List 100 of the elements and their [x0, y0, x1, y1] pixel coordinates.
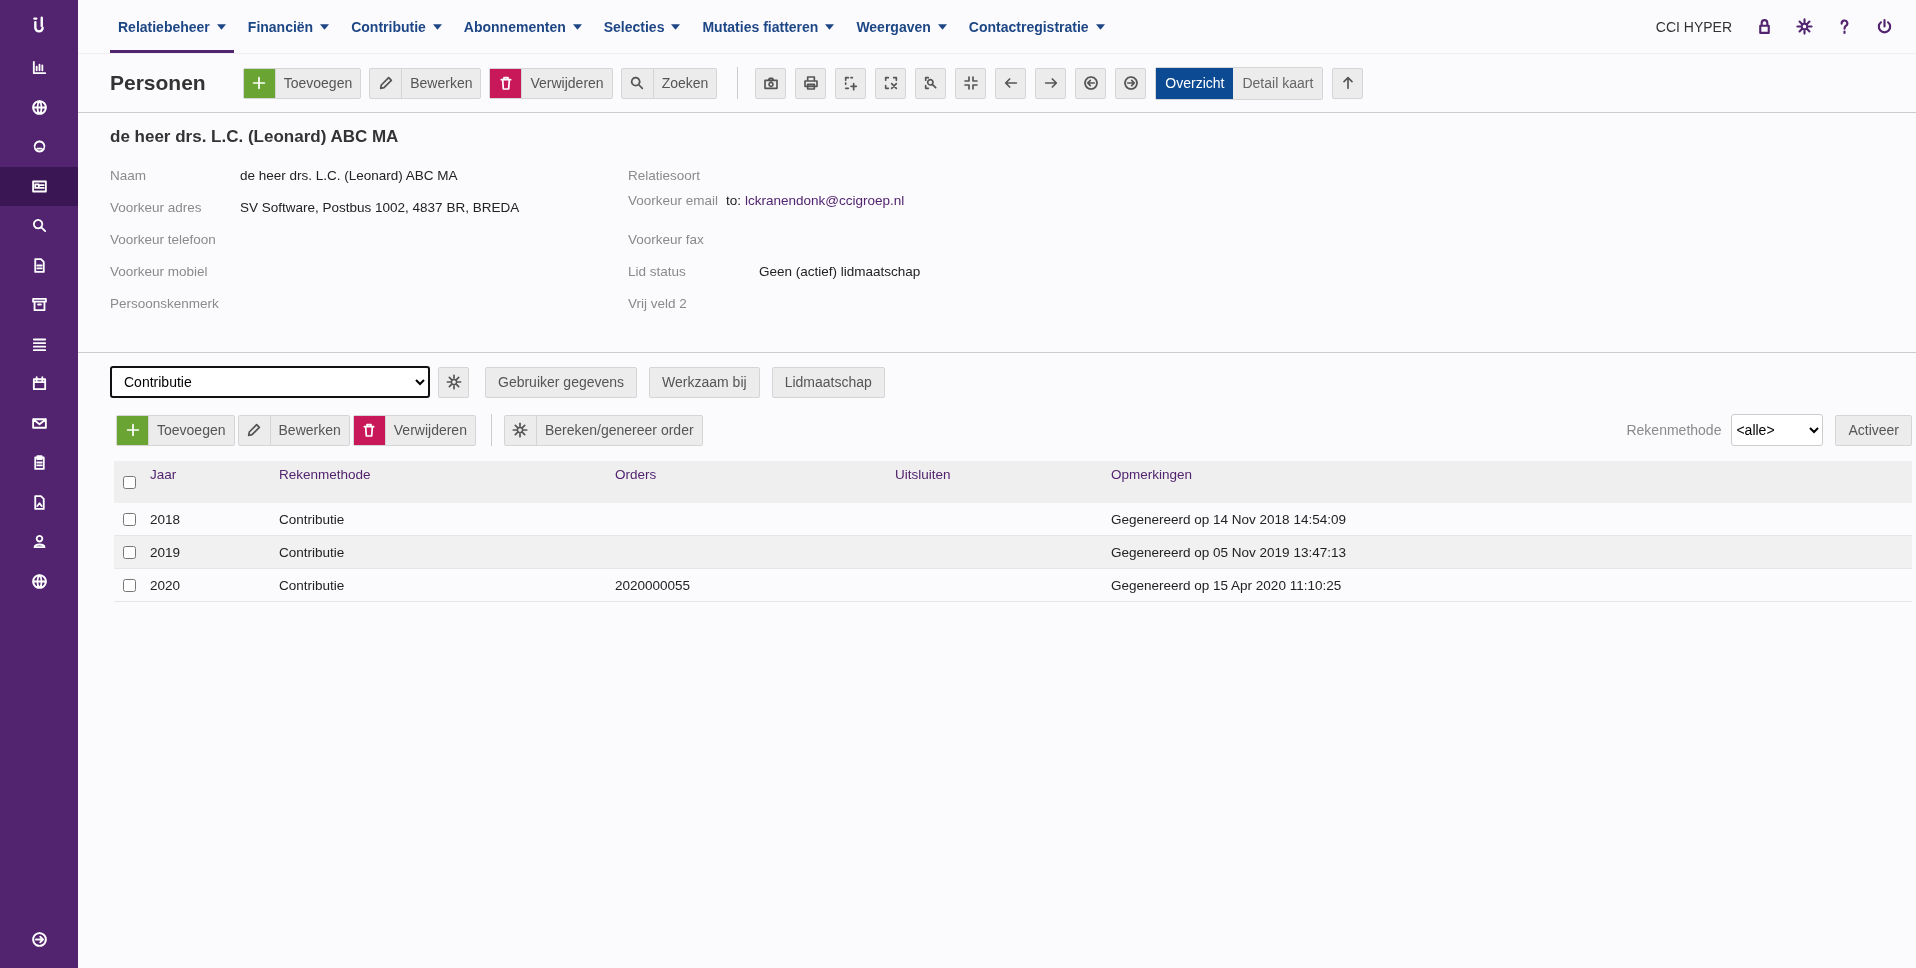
field-label: Voorkeur adres: [110, 199, 203, 215]
circle-arrow-right-icon: [30, 930, 48, 948]
nav-menu[interactable]: Mutaties fiatteren: [694, 0, 843, 53]
nav-menu[interactable]: Financiën: [239, 0, 338, 53]
caret-icon: [572, 23, 582, 30]
calculate-button[interactable]: Bereken/genereer order: [503, 414, 703, 446]
caret-icon: [825, 23, 835, 30]
tab-button[interactable]: Gebruiker gegevens: [485, 366, 638, 398]
section-select[interactable]: Contributie: [110, 366, 430, 398]
camera-icon: [762, 75, 779, 91]
compress-icon: [962, 75, 979, 91]
tab-button[interactable]: Lidmaatschap: [771, 366, 885, 398]
field-label: Voorkeur fax: [628, 231, 705, 247]
search-icon: [30, 217, 48, 235]
table-cell: Gegenereerd op 05 Nov 2019 13:47:13: [1111, 544, 1346, 560]
arrow-up-button[interactable]: [1332, 67, 1364, 99]
field-label: Lid status: [628, 263, 687, 279]
table-cell: 2018: [150, 511, 181, 527]
field-label: Voorkeur mobiel: [110, 263, 209, 279]
caret-icon: [320, 23, 330, 30]
arrow-right-button[interactable]: [1035, 67, 1067, 99]
table-cell: Contributie: [279, 511, 345, 527]
row-checkbox[interactable]: [122, 578, 136, 592]
field-label: Vrij veld 2: [628, 295, 688, 311]
edit-button[interactable]: Bewerken: [237, 414, 350, 446]
field-value: de heer drs. L.C. (Leonard) ABC MA: [240, 167, 458, 183]
remove-selection-button[interactable]: [875, 67, 907, 99]
page-title: Personen: [110, 71, 206, 95]
power-icon: [1875, 18, 1893, 35]
arrow-left-button[interactable]: [995, 67, 1027, 99]
row-checkbox[interactable]: [122, 545, 136, 559]
field-label: Persoonskenmerk: [110, 295, 220, 311]
add-selection-button[interactable]: [835, 67, 867, 99]
nav-menu[interactable]: Contactregistratie: [960, 0, 1113, 53]
zoom-button[interactable]: [915, 67, 947, 99]
nav-menu[interactable]: Relatiebeheer: [110, 0, 234, 53]
nav-menu[interactable]: Abonnementen: [455, 0, 590, 53]
archive-icon: [30, 296, 48, 314]
field-label: Voorkeur email: [628, 193, 719, 208]
activate-button[interactable]: Activeer: [1835, 414, 1912, 446]
field-label: Naam: [110, 167, 147, 183]
caret-icon: [671, 23, 681, 30]
delete-button[interactable]: Verwijderen: [489, 67, 613, 99]
globe-icon: [30, 572, 48, 590]
printer-icon: [802, 75, 819, 91]
calendar-icon: [30, 375, 48, 393]
add-button[interactable]: Toevoegen: [242, 67, 362, 99]
field-label: Relatiesoort: [628, 167, 702, 183]
plus-icon: [251, 75, 268, 91]
settings-icon: [1795, 18, 1813, 35]
search-icon: [629, 75, 646, 91]
delete-button[interactable]: Verwijderen: [352, 414, 476, 446]
email-link[interactable]: lckranendonk@ccigroep.nl: [745, 193, 905, 208]
camera-button[interactable]: [755, 67, 787, 99]
edit-button[interactable]: Bewerken: [369, 67, 482, 99]
compress-button[interactable]: [955, 67, 987, 99]
pencil-icon: [246, 422, 262, 438]
view-tab[interactable]: Detail kaart: [1233, 67, 1323, 99]
select-all-checkbox[interactable]: [122, 475, 136, 489]
caret-icon: [937, 23, 947, 30]
search-button[interactable]: Zoeken: [620, 67, 718, 99]
arrow-right-icon: [1042, 75, 1059, 91]
add-button[interactable]: Toevoegen: [116, 414, 235, 446]
settings-icon: [445, 374, 462, 390]
caret-icon: [216, 23, 226, 30]
nav-menu[interactable]: Contributie: [343, 0, 450, 53]
circle-arrow-left-icon: [1082, 75, 1099, 91]
trash-icon: [498, 75, 514, 91]
circle-arrow-left-button[interactable]: [1075, 67, 1107, 99]
globe-icon: [30, 98, 48, 116]
nav-menu[interactable]: Selecties: [595, 0, 689, 53]
plus-icon: [124, 422, 141, 438]
table-cell: Gegenereerd op 14 Nov 2018 14:54:09: [1111, 511, 1346, 527]
view-tab[interactable]: Overzicht: [1156, 67, 1234, 99]
record-title: de heer drs. L.C. (Leonard) ABC MA: [110, 127, 400, 147]
tab-button[interactable]: Werkzaam bij: [649, 366, 760, 398]
field-label: Voorkeur telefoon: [110, 231, 217, 247]
pencil-icon: [377, 75, 394, 91]
nav-menu[interactable]: Weergaven: [848, 0, 955, 53]
caret-icon: [432, 23, 442, 30]
table-cell: Contributie: [279, 577, 345, 593]
add-selection-icon: [842, 75, 859, 91]
sidebar-item[interactable]: [0, 166, 78, 206]
filter-label: Rekenmethode: [1626, 422, 1722, 438]
settings-button[interactable]: [438, 366, 469, 398]
field-prefix: to:: [726, 193, 742, 208]
circle-arrow-right-icon: [1122, 75, 1139, 91]
printer-button[interactable]: [795, 67, 827, 99]
row-checkbox[interactable]: [122, 512, 136, 526]
field-value: Geen (actief) lidmaatschap: [759, 263, 921, 279]
field-value: SV Software, Postbus 1002, 4837 BR, BREDA: [240, 199, 520, 215]
remove-selection-icon: [882, 75, 899, 91]
table-cell: 2020000055: [615, 577, 691, 593]
filter-select[interactable]: <alle>: [1731, 414, 1824, 446]
table-cell: 2019: [150, 544, 181, 560]
table-cell: Gegenereerd op 15 Apr 2020 11:10:25: [1111, 577, 1342, 593]
table-cell: 2020: [150, 577, 181, 593]
settings-icon: [512, 422, 529, 438]
circle-arrow-right-button[interactable]: [1115, 67, 1147, 99]
caret-icon: [1095, 23, 1105, 30]
